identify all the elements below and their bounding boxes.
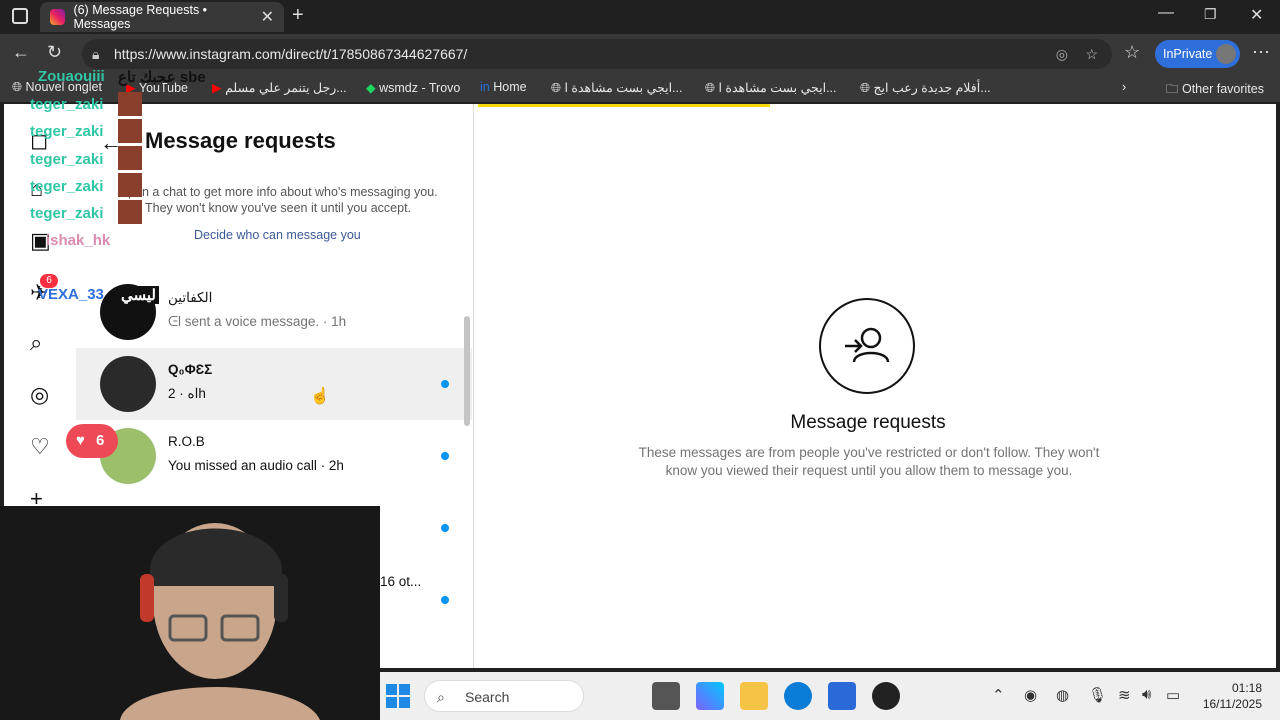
wifi-icon[interactable]: ≋	[1118, 686, 1131, 704]
tray-chevron-icon[interactable]: ⌃	[992, 686, 1005, 704]
other-favorites[interactable]: 🗀 Other favorites	[1166, 80, 1264, 101]
browser-tab-bar: (6) Message Requests • Messages ✕ + — ❐ …	[0, 0, 1280, 34]
windows-taskbar: ⌕ Search ⌃ ◉ ◍ 🎙︎ ≋ 🔊︎ ▭ 01:18 16/11/202…	[380, 672, 1280, 720]
more-menu-icon[interactable]: ⋯	[1252, 42, 1270, 63]
favorite-item[interactable]: 🌐︎ ايجي بست مشاهدة ا...	[551, 80, 683, 96]
heart-count: 6	[96, 432, 105, 449]
tab-actions-icon[interactable]	[12, 8, 28, 24]
webcam-person	[0, 506, 380, 720]
tray-app-icon[interactable]: ◉	[1024, 686, 1037, 704]
chat-emote	[118, 173, 142, 197]
thread-name: R.O.B	[168, 434, 205, 449]
unread-dot	[441, 596, 449, 604]
tracking-icon[interactable]: ◎	[1056, 39, 1068, 69]
hand-cursor-icon: ☝	[310, 388, 330, 405]
unread-dot	[441, 380, 449, 388]
favorite-item[interactable]: in Home	[480, 80, 527, 94]
inprivate-button[interactable]: InPrivate	[1155, 40, 1240, 68]
list-scrollbar[interactable]	[464, 316, 470, 426]
obs-icon[interactable]	[872, 682, 900, 710]
tab-title: (6) Message Requests • Messages	[73, 3, 208, 31]
taskbar-search[interactable]: ⌕ Search	[424, 680, 584, 712]
close-window-icon[interactable]: ✕	[1250, 5, 1263, 25]
lock-icon: 🔒︎	[92, 46, 100, 62]
notification-heart-badge: ♥ 6	[66, 424, 118, 458]
explore-icon[interactable]: ◎	[30, 382, 49, 408]
refresh-icon[interactable]: ↻	[47, 42, 62, 63]
message-requests-icon	[819, 298, 915, 394]
clock-date: 16/11/2025	[1202, 697, 1262, 711]
address-bar[interactable]: 🔒︎ https://www.instagram.com/direct/t/17…	[82, 39, 1112, 69]
chat-emote	[118, 119, 142, 143]
favorite-item[interactable]: 🌐︎ أفلام جديدة رعب ايج...	[860, 80, 991, 96]
chat-user: teger_zaki	[30, 96, 104, 113]
chat-user: teger_zaki	[30, 123, 104, 140]
file-explorer-icon[interactable]	[740, 682, 768, 710]
loading-bar	[478, 104, 770, 107]
heart-icon: ♥	[76, 432, 85, 449]
favorite-item[interactable]: ◆ wsmdz - Trovo	[366, 80, 460, 95]
instagram-favicon-icon	[50, 9, 66, 25]
volume-icon[interactable]: 🔊︎	[1142, 686, 1151, 703]
requests-subtitle: Open a chat to get more info about who's…	[118, 185, 438, 215]
chat-user: Zouaouiii	[38, 68, 105, 85]
unread-dot	[441, 452, 449, 460]
task-view-icon[interactable]	[652, 682, 680, 710]
tray-security-icon[interactable]: ◍	[1056, 686, 1069, 704]
chat-user: VEXA_33	[38, 286, 104, 303]
chat-user: teger_zaki	[30, 205, 104, 222]
chat-emote	[118, 146, 142, 170]
thread-preview: اه · 2h	[168, 386, 206, 401]
url-text: https://www.instagram.com/direct/t/17850…	[114, 46, 468, 62]
inprivate-label: InPrivate	[1163, 47, 1213, 61]
microphone-icon[interactable]: 🎙︎	[1088, 686, 1107, 704]
windows-start-icon[interactable]	[386, 684, 410, 708]
favorite-star-icon[interactable]: ☆	[1085, 39, 1098, 69]
requests-title: Message requests	[145, 128, 336, 153]
back-icon[interactable]: ←	[12, 42, 30, 63]
close-tab-icon[interactable]: ✕	[261, 7, 274, 27]
favorites-overflow-icon[interactable]: ›	[1122, 80, 1126, 94]
thread-name: Q₀ΦƐΣ	[168, 362, 213, 377]
chat-user: teger_zaki	[30, 178, 104, 195]
chat-message: عجبك تاع sbe	[118, 69, 206, 86]
search-label: Search	[465, 689, 510, 705]
chat-emote	[118, 92, 142, 116]
thread-preview: ᕮl sent a voice message. · 1h	[168, 314, 347, 329]
thread-preview: 16 ot...	[380, 574, 422, 589]
system-clock[interactable]: 01:18 16/11/2025	[1203, 680, 1262, 712]
detail-subtitle: These messages are from people you've re…	[638, 445, 1100, 478]
chat-message: ليسي	[118, 286, 159, 304]
favorite-item[interactable]: ▶ رجل يتنمر علي مسلم...	[212, 80, 347, 95]
thread-name: الكفاتين	[168, 290, 213, 305]
thread-row[interactable]: R.O.B You missed an audio call · 2h	[76, 420, 472, 492]
detail-title: Message requests	[790, 412, 946, 433]
notifications-heart-icon[interactable]: ♡	[30, 434, 50, 460]
browser-tab[interactable]: (6) Message Requests • Messages ✕	[40, 2, 284, 32]
battery-icon[interactable]: ▭	[1166, 686, 1180, 704]
favorites-icon[interactable]: ☆	[1124, 42, 1140, 63]
chat-user: ishak_hk	[46, 232, 111, 249]
clock-time: 01:18	[1231, 681, 1262, 695]
decide-link[interactable]: Decide who can message you	[194, 228, 361, 242]
search-icon[interactable]: ⌕	[30, 330, 42, 356]
restore-icon[interactable]: ❐	[1204, 6, 1217, 23]
chat-user: teger_zaki	[30, 151, 104, 168]
chat-emote	[118, 200, 142, 224]
thread-row-selected[interactable]: Q₀ΦƐΣ اه · 2h ☝	[76, 348, 472, 420]
thread-preview: You missed an audio call · 2h	[168, 458, 344, 473]
thread-avatar	[100, 356, 156, 412]
store-icon[interactable]	[828, 682, 856, 710]
minimize-icon[interactable]: —	[1158, 4, 1174, 22]
panel-divider	[473, 104, 474, 668]
new-tab-icon[interactable]: +	[292, 4, 304, 27]
edge-icon[interactable]	[784, 682, 812, 710]
search-icon: ⌕	[437, 689, 445, 705]
unread-dot	[441, 524, 449, 532]
profile-avatar	[1216, 44, 1236, 64]
webcam-overlay	[0, 506, 380, 720]
favorite-item[interactable]: 🌐︎ ايجي بست مشاهدة ا...	[705, 80, 837, 96]
m365-icon[interactable]	[696, 682, 724, 710]
